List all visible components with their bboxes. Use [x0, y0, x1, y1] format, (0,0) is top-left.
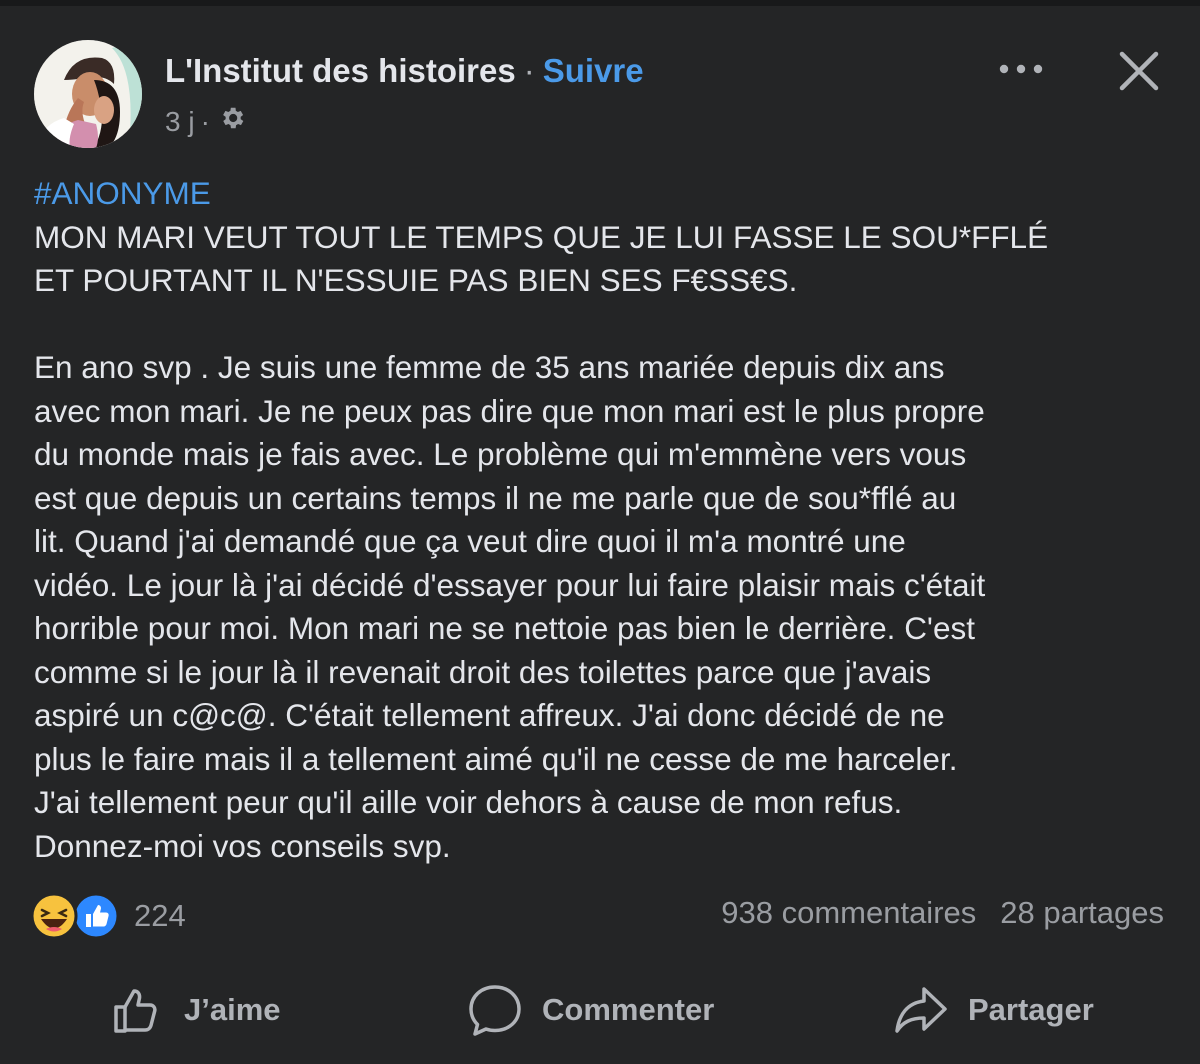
haha-icon: [30, 892, 78, 940]
post-text-line: lit. Quand j'ai demandé que ça veut dire…: [34, 523, 906, 559]
post-text-line: comme si le jour là il revenait droit de…: [34, 653, 932, 690]
like-label: J’aime: [184, 992, 281, 1027]
post-text-line: ET POURTANT IL N'ESSUIE PAS BIEN SES F€S…: [34, 262, 798, 298]
post-text-line: vidéo. Le jour là j'ai décidé d'essayer …: [34, 566, 986, 603]
share-button[interactable]: Partager: [894, 982, 1094, 1038]
hashtag-link[interactable]: #ANONYME: [34, 172, 1174, 216]
post-meta: 3 j ·: [165, 104, 246, 139]
comment-button[interactable]: Commenter: [468, 982, 714, 1038]
post-text-line: En ano svp . Je suis une femme de 35 ans…: [34, 349, 945, 385]
close-icon[interactable]: [1116, 48, 1162, 94]
post-body: #ANONYME MON MARI VEUT TOUT LE TEMPS QUE…: [34, 172, 1174, 868]
more-options-icon[interactable]: [992, 52, 1050, 86]
post-text-line: du monde mais je fais avec. Le problème …: [34, 436, 967, 472]
post-stats: 938 commentaires 28 partages: [721, 895, 1164, 931]
post-text-line: avec mon mari. Je ne peux pas dire que m…: [34, 392, 985, 429]
top-divider: [0, 0, 1200, 6]
page-name[interactable]: L'Institut des histoires: [165, 52, 516, 89]
post-text-line: plus le faire mais il a tellement aimé q…: [34, 740, 958, 777]
page-avatar[interactable]: [34, 40, 142, 148]
post-text-line: horrible pour moi. Mon mari ne se nettoi…: [34, 610, 975, 646]
reaction-count: 224: [134, 898, 186, 933]
thumbs-up-icon: [114, 989, 157, 1033]
post-text-line: Donnez-moi vos conseils svp.: [34, 827, 451, 864]
shares-count-link[interactable]: 28 partages: [1000, 895, 1164, 930]
post-text-line: MON MARI VEUT TOUT LE TEMPS QUE JE LUI F…: [34, 218, 1049, 255]
post-text-line: est que depuis un certains temps il ne m…: [34, 479, 957, 516]
meta-separator: ·: [200, 105, 210, 137]
avatar-image: [34, 40, 142, 148]
comment-label: Commenter: [542, 992, 715, 1027]
post-time[interactable]: 3 j: [165, 106, 195, 138]
follow-button[interactable]: Suivre: [543, 52, 644, 89]
reaction-icons: [30, 892, 122, 940]
comment-bubble-icon: [469, 985, 521, 1036]
post-header-title: L'Institut des histoires · Suivre: [165, 52, 644, 90]
post-text-line: aspiré un c@c@. C'était tellement affreu…: [34, 697, 945, 733]
post-text-line: J'ai tellement peur qu'il aille voir deh…: [34, 784, 903, 820]
like-button[interactable]: J’aime: [110, 982, 281, 1038]
comments-count-link[interactable]: 938 commentaires: [721, 895, 976, 930]
share-label: Partager: [968, 992, 1094, 1027]
gear-icon: [218, 104, 246, 139]
share-arrow-icon: [895, 987, 947, 1033]
post-text-lines: MON MARI VEUT TOUT LE TEMPS QUE JE LUI F…: [34, 216, 1174, 869]
reactions-summary[interactable]: 224: [30, 890, 186, 942]
like-icon: [72, 892, 120, 940]
title-separator: ·: [523, 52, 535, 89]
